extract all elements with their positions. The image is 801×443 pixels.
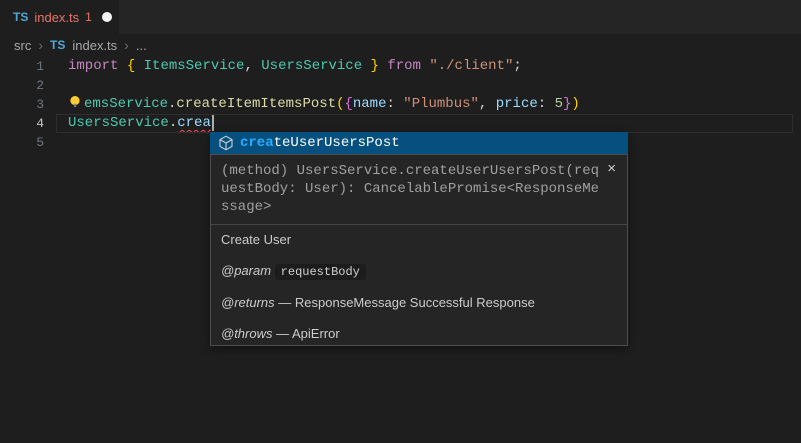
- code-token: 5: [555, 96, 563, 112]
- typescript-file-icon: TS: [50, 38, 65, 52]
- lightbulb-icon[interactable]: [68, 95, 82, 109]
- code-token: .: [169, 115, 177, 131]
- doc-summary: Create User: [221, 231, 617, 249]
- code-token: ,: [479, 96, 496, 112]
- suggest-rest-text: teUserUsersPost: [274, 135, 400, 151]
- code-token: }: [362, 58, 379, 74]
- suggest-item-createUserUsersPost[interactable]: createUserUsersPost: [210, 132, 628, 154]
- chevron-right-icon: ›: [124, 38, 129, 52]
- line-number: 4: [0, 114, 44, 133]
- code-token: createItemItemsPost: [176, 96, 336, 112]
- code-token: from: [387, 58, 421, 74]
- unsaved-dot-icon[interactable]: [102, 12, 112, 22]
- doc-throws-line: @throws — ApiError: [221, 325, 617, 343]
- suggest-match-text: crea: [240, 135, 274, 151]
- symbol-method-icon: [218, 135, 234, 151]
- code-token: [118, 58, 126, 74]
- tab-index-ts[interactable]: TS index.ts 1: [0, 0, 119, 34]
- code-token: :: [538, 96, 555, 112]
- docs-body: Create User @param requestBody @returns …: [211, 225, 627, 343]
- code-text: UsersService.crea: [68, 114, 214, 133]
- code-token: ItemsService: [144, 58, 245, 74]
- code-token: UsersService: [68, 115, 169, 131]
- breadcrumb-file[interactable]: index.ts: [72, 38, 117, 53]
- method-signature: (method) UsersService.createUserUsersPos…: [211, 155, 627, 224]
- code-token: "./client": [429, 58, 513, 74]
- line-number: 5: [0, 133, 44, 152]
- code-token: price: [496, 96, 538, 112]
- code-line[interactable]: 4 UsersService.crea: [0, 114, 801, 133]
- code-token: {: [127, 58, 144, 74]
- code-token: {: [344, 96, 352, 112]
- code-token: UsersService: [261, 58, 362, 74]
- breadcrumb: src › TS index.ts › ...: [14, 34, 147, 56]
- suggest-docs-panel: × (method) UsersService.createUserUsersP…: [210, 154, 628, 346]
- code-token: name: [353, 96, 387, 112]
- throws-text: — ApiError: [273, 326, 340, 341]
- tab-error-count: 1: [85, 10, 92, 24]
- intellisense-suggest-widget: createUserUsersPost × (method) UsersServ…: [210, 132, 628, 346]
- doc-returns-line: @returns — ResponseMessage Successful Re…: [221, 294, 617, 312]
- tab-filename: index.ts: [34, 10, 79, 25]
- code-token: emsService: [84, 96, 168, 112]
- code-line[interactable]: 3 emsService.createItemItemsPost({name: "…: [0, 95, 801, 114]
- code-token: ,: [244, 58, 261, 74]
- suggest-item-label: createUserUsersPost: [240, 135, 400, 151]
- vscode-window: TS index.ts 1 src › TS index.ts › ... 1i…: [0, 0, 801, 443]
- param-tag: @param: [221, 263, 271, 278]
- param-code-chip: requestBody: [275, 264, 366, 280]
- code-text: import { ItemsService, UsersService } fr…: [68, 57, 522, 76]
- code-text: emsService.createItemItemsPost({name: "P…: [68, 95, 580, 114]
- code-token: :: [386, 96, 403, 112]
- code-line[interactable]: 2: [0, 76, 801, 95]
- throws-tag: @throws: [221, 326, 273, 341]
- line-number: 2: [0, 76, 44, 95]
- code-token: "Plumbus": [403, 96, 479, 112]
- code-token: ;: [513, 58, 521, 74]
- returns-text: — ResponseMessage Successful Response: [275, 295, 535, 310]
- line-number: 3: [0, 95, 44, 114]
- breadcrumb-folder[interactable]: src: [14, 38, 31, 53]
- tab-bar: TS index.ts 1: [0, 0, 801, 34]
- doc-param-line: @param requestBody: [221, 262, 617, 281]
- text-cursor: [212, 114, 214, 131]
- code-token: crea: [177, 115, 211, 131]
- returns-tag: @returns: [221, 295, 275, 310]
- code-token: import: [68, 58, 118, 74]
- code-token: ): [571, 96, 579, 112]
- close-icon[interactable]: ×: [605, 159, 618, 178]
- chevron-right-icon: ›: [38, 38, 43, 52]
- breadcrumb-symbol[interactable]: ...: [136, 38, 147, 53]
- typescript-file-icon: TS: [13, 10, 28, 24]
- code-line[interactable]: 1 import { ItemsService, UsersService } f…: [0, 57, 801, 76]
- line-number: 1: [0, 57, 44, 76]
